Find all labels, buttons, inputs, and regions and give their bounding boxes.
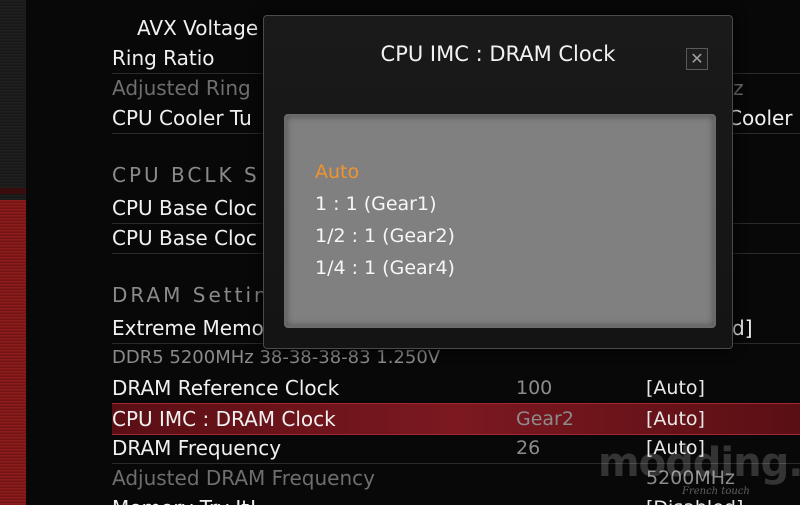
- option-gear1[interactable]: 1 : 1 (Gear1): [315, 190, 436, 218]
- setting-cpu-imc-dram-clock[interactable]: CPU IMC : DRAM Clock Gear2 [Auto]: [112, 403, 800, 435]
- left-decorative-strip: [0, 0, 26, 505]
- option-gear2[interactable]: 1/2 : 1 (Gear2): [315, 222, 455, 250]
- setting-label: DRAM Frequency: [112, 436, 282, 460]
- setting-label: CPU Base Cloc: [112, 226, 257, 250]
- strip-separator: [0, 188, 26, 194]
- setting-avx-voltage[interactable]: AVX Voltage: [137, 13, 258, 43]
- watermark-tagline: French touch: [682, 486, 750, 497]
- setting-value: Gear2: [516, 408, 574, 430]
- bios-screen: AVX Voltage Ring Ratio Adjusted Ring z C…: [0, 0, 800, 505]
- option-gear4[interactable]: 1/4 : 1 (Gear4): [315, 254, 455, 282]
- strip-active-marker: [0, 200, 26, 505]
- option-auto[interactable]: Auto: [315, 158, 359, 186]
- setting-label: DRAM Reference Clock: [112, 376, 340, 400]
- setting-label: Adjusted DRAM Frequency: [112, 466, 375, 490]
- setting-label: Extreme Memo: [112, 316, 264, 340]
- setting-label: CPU Cooler Tu: [112, 106, 252, 130]
- adjusted-ring-tail: z: [733, 76, 744, 100]
- extreme-memory-tail: d]: [732, 316, 753, 340]
- close-icon[interactable]: ✕: [686, 48, 708, 70]
- setting-label: Memory Try It!: [112, 493, 257, 505]
- cpu-cooler-tail: Cooler: [728, 106, 793, 130]
- option-list: Auto 1 : 1 (Gear1) 1/2 : 1 (Gear2) 1/4 :…: [284, 114, 716, 328]
- section-cpu-bclk: CPU BCLK S: [112, 163, 260, 187]
- setting-dram-reference-clock[interactable]: DRAM Reference Clock 100 [Auto]: [112, 373, 800, 404]
- setting-label: Ring Ratio: [112, 46, 215, 70]
- setting-option: [Auto]: [646, 377, 705, 399]
- dialog-title: CPU IMC : DRAM Clock: [380, 42, 616, 66]
- option-dialog: CPU IMC : DRAM Clock ✕ Auto 1 : 1 (Gear1…: [263, 15, 733, 349]
- setting-value: 26: [516, 437, 541, 459]
- setting-option: [Auto]: [646, 408, 705, 430]
- setting-value: 100: [516, 377, 553, 399]
- watermark-logo: modding.fr: [598, 440, 800, 486]
- section-dram-settings: DRAM Settin: [112, 283, 270, 307]
- setting-label: Adjusted Ring: [112, 76, 251, 100]
- setting-label: CPU Base Cloc: [112, 196, 257, 220]
- setting-label: CPU IMC : DRAM Clock: [112, 407, 336, 431]
